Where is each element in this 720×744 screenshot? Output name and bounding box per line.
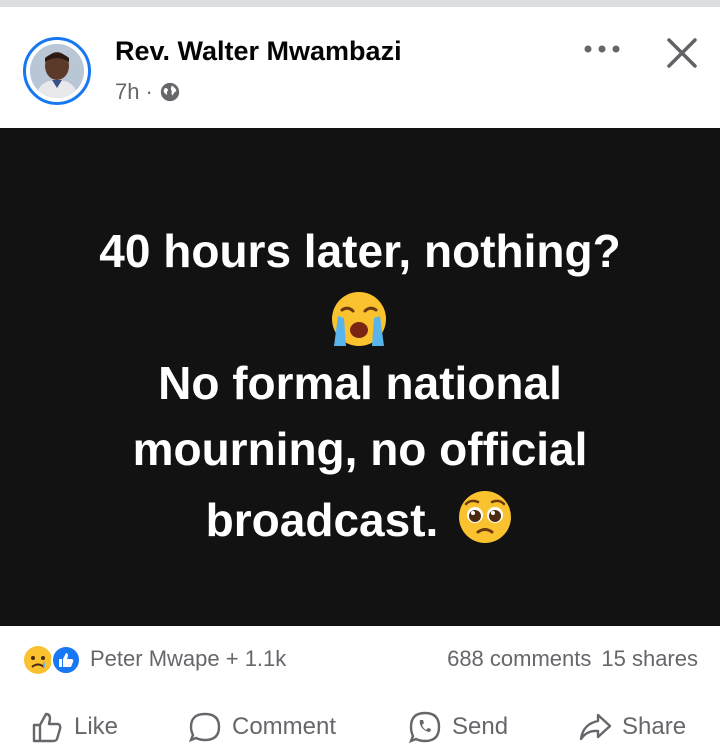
meta-separator: · [145,79,153,104]
reactors-summary[interactable]: Peter Mwape + 1.1k [90,646,286,672]
reaction-icons[interactable] [22,644,82,676]
send-label: Send [452,713,509,740]
shares-count[interactable]: 15 shares [601,646,698,671]
send-button[interactable]: Send [408,710,508,744]
like-reaction-icon [51,645,81,675]
image-text-line-1: 40 hours later, nothing? [99,225,621,277]
author-name[interactable]: Rev. Walter Mwambazi [115,36,402,67]
post-header: Rev. Walter Mwambazi 7h · [0,7,720,128]
share-icon [579,713,612,741]
more-options-icon[interactable] [582,37,622,61]
top-divider [0,0,720,7]
comments-count[interactable]: 688 comments [447,646,591,671]
action-bar: Like Comment Send Share [0,692,720,744]
close-icon[interactable] [664,35,700,71]
comment-icon [188,712,221,743]
comment-button[interactable]: Comment [188,710,336,744]
like-label: Like [74,713,119,740]
like-icon [32,712,62,743]
post-stats: Peter Mwape + 1.1k 688 comments 15 shares [0,626,720,692]
post-image[interactable]: 40 hours later, nothing? No formal natio… [0,128,720,626]
image-text-broadcast: broadcast. [205,494,439,546]
sad-reaction-icon [24,646,52,674]
image-text-line-3: No formal national [158,357,562,409]
engagement-counts: 688 comments 15 shares [437,646,698,672]
share-button[interactable]: Share [578,710,686,744]
avatar[interactable] [23,37,91,105]
comment-label: Comment [232,713,337,740]
share-label: Share [622,713,687,740]
pleading-emoji [459,491,512,543]
avatar-photo [30,44,84,98]
post-meta: 7h · [115,79,181,105]
crying-emoji [332,292,386,346]
image-text-line-4: mourning, no official [132,423,588,475]
send-icon [408,711,441,744]
globe-icon [160,82,179,102]
like-button[interactable]: Like [30,710,118,744]
image-text-line-5: broadcast. [0,488,720,547]
post-time[interactable]: 7h [115,79,139,105]
